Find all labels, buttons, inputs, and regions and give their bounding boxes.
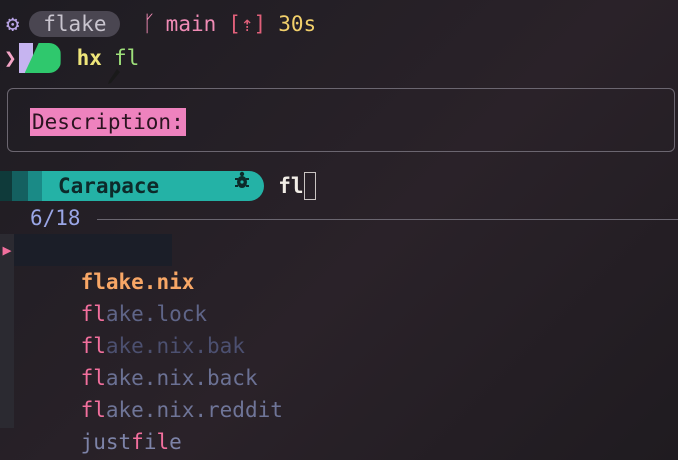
list-item[interactable]: flake.nix.bak	[30, 298, 245, 358]
description-label: Description:	[30, 108, 186, 136]
git-branch-name: main	[165, 12, 217, 36]
git-ahead-indicator: [⇡]	[228, 12, 267, 36]
prompt-chevron-icon: ❯	[4, 46, 17, 70]
results-count-row: 6/18	[30, 205, 678, 231]
text-cursor	[304, 172, 317, 200]
description-panel: Description:	[7, 88, 675, 152]
powerline-segment	[12, 171, 28, 201]
completion-list[interactable]: ▶ flake.nix flake.lock flake.nix.bak fla…	[0, 234, 283, 454]
results-count: 6/18	[30, 206, 81, 230]
shell-prompt: ⚙ flake ᚴ main [⇡] 30s	[6, 9, 316, 39]
list-item[interactable]: flake.nix.back	[30, 330, 258, 390]
list-item[interactable]: flake.nix.reddit	[30, 362, 283, 422]
command-duration: 30s	[278, 12, 317, 36]
carapace-badge: Carapace	[42, 171, 265, 201]
powerline-segment	[28, 171, 42, 201]
edit-mode-badge	[18, 43, 120, 84]
selection-arrow-icon: ▶	[2, 241, 12, 259]
list-item[interactable]: flake.nix	[14, 234, 194, 294]
list-item[interactable]: flake.lock	[30, 266, 207, 326]
git-branch-icon: ᚴ	[142, 11, 156, 37]
completion-query[interactable]: fl	[278, 174, 303, 198]
powerline-segment	[0, 171, 12, 201]
list-item[interactable]: justfile	[30, 394, 182, 454]
divider	[96, 218, 678, 220]
gear-icon: ⚙	[6, 11, 20, 37]
completion-prompt[interactable]: Carapace fl	[0, 170, 317, 202]
carapace-label: Carapace	[58, 174, 160, 198]
command-line[interactable]: ❯ hx fl	[0, 42, 139, 84]
directory-badge: flake	[29, 11, 121, 37]
